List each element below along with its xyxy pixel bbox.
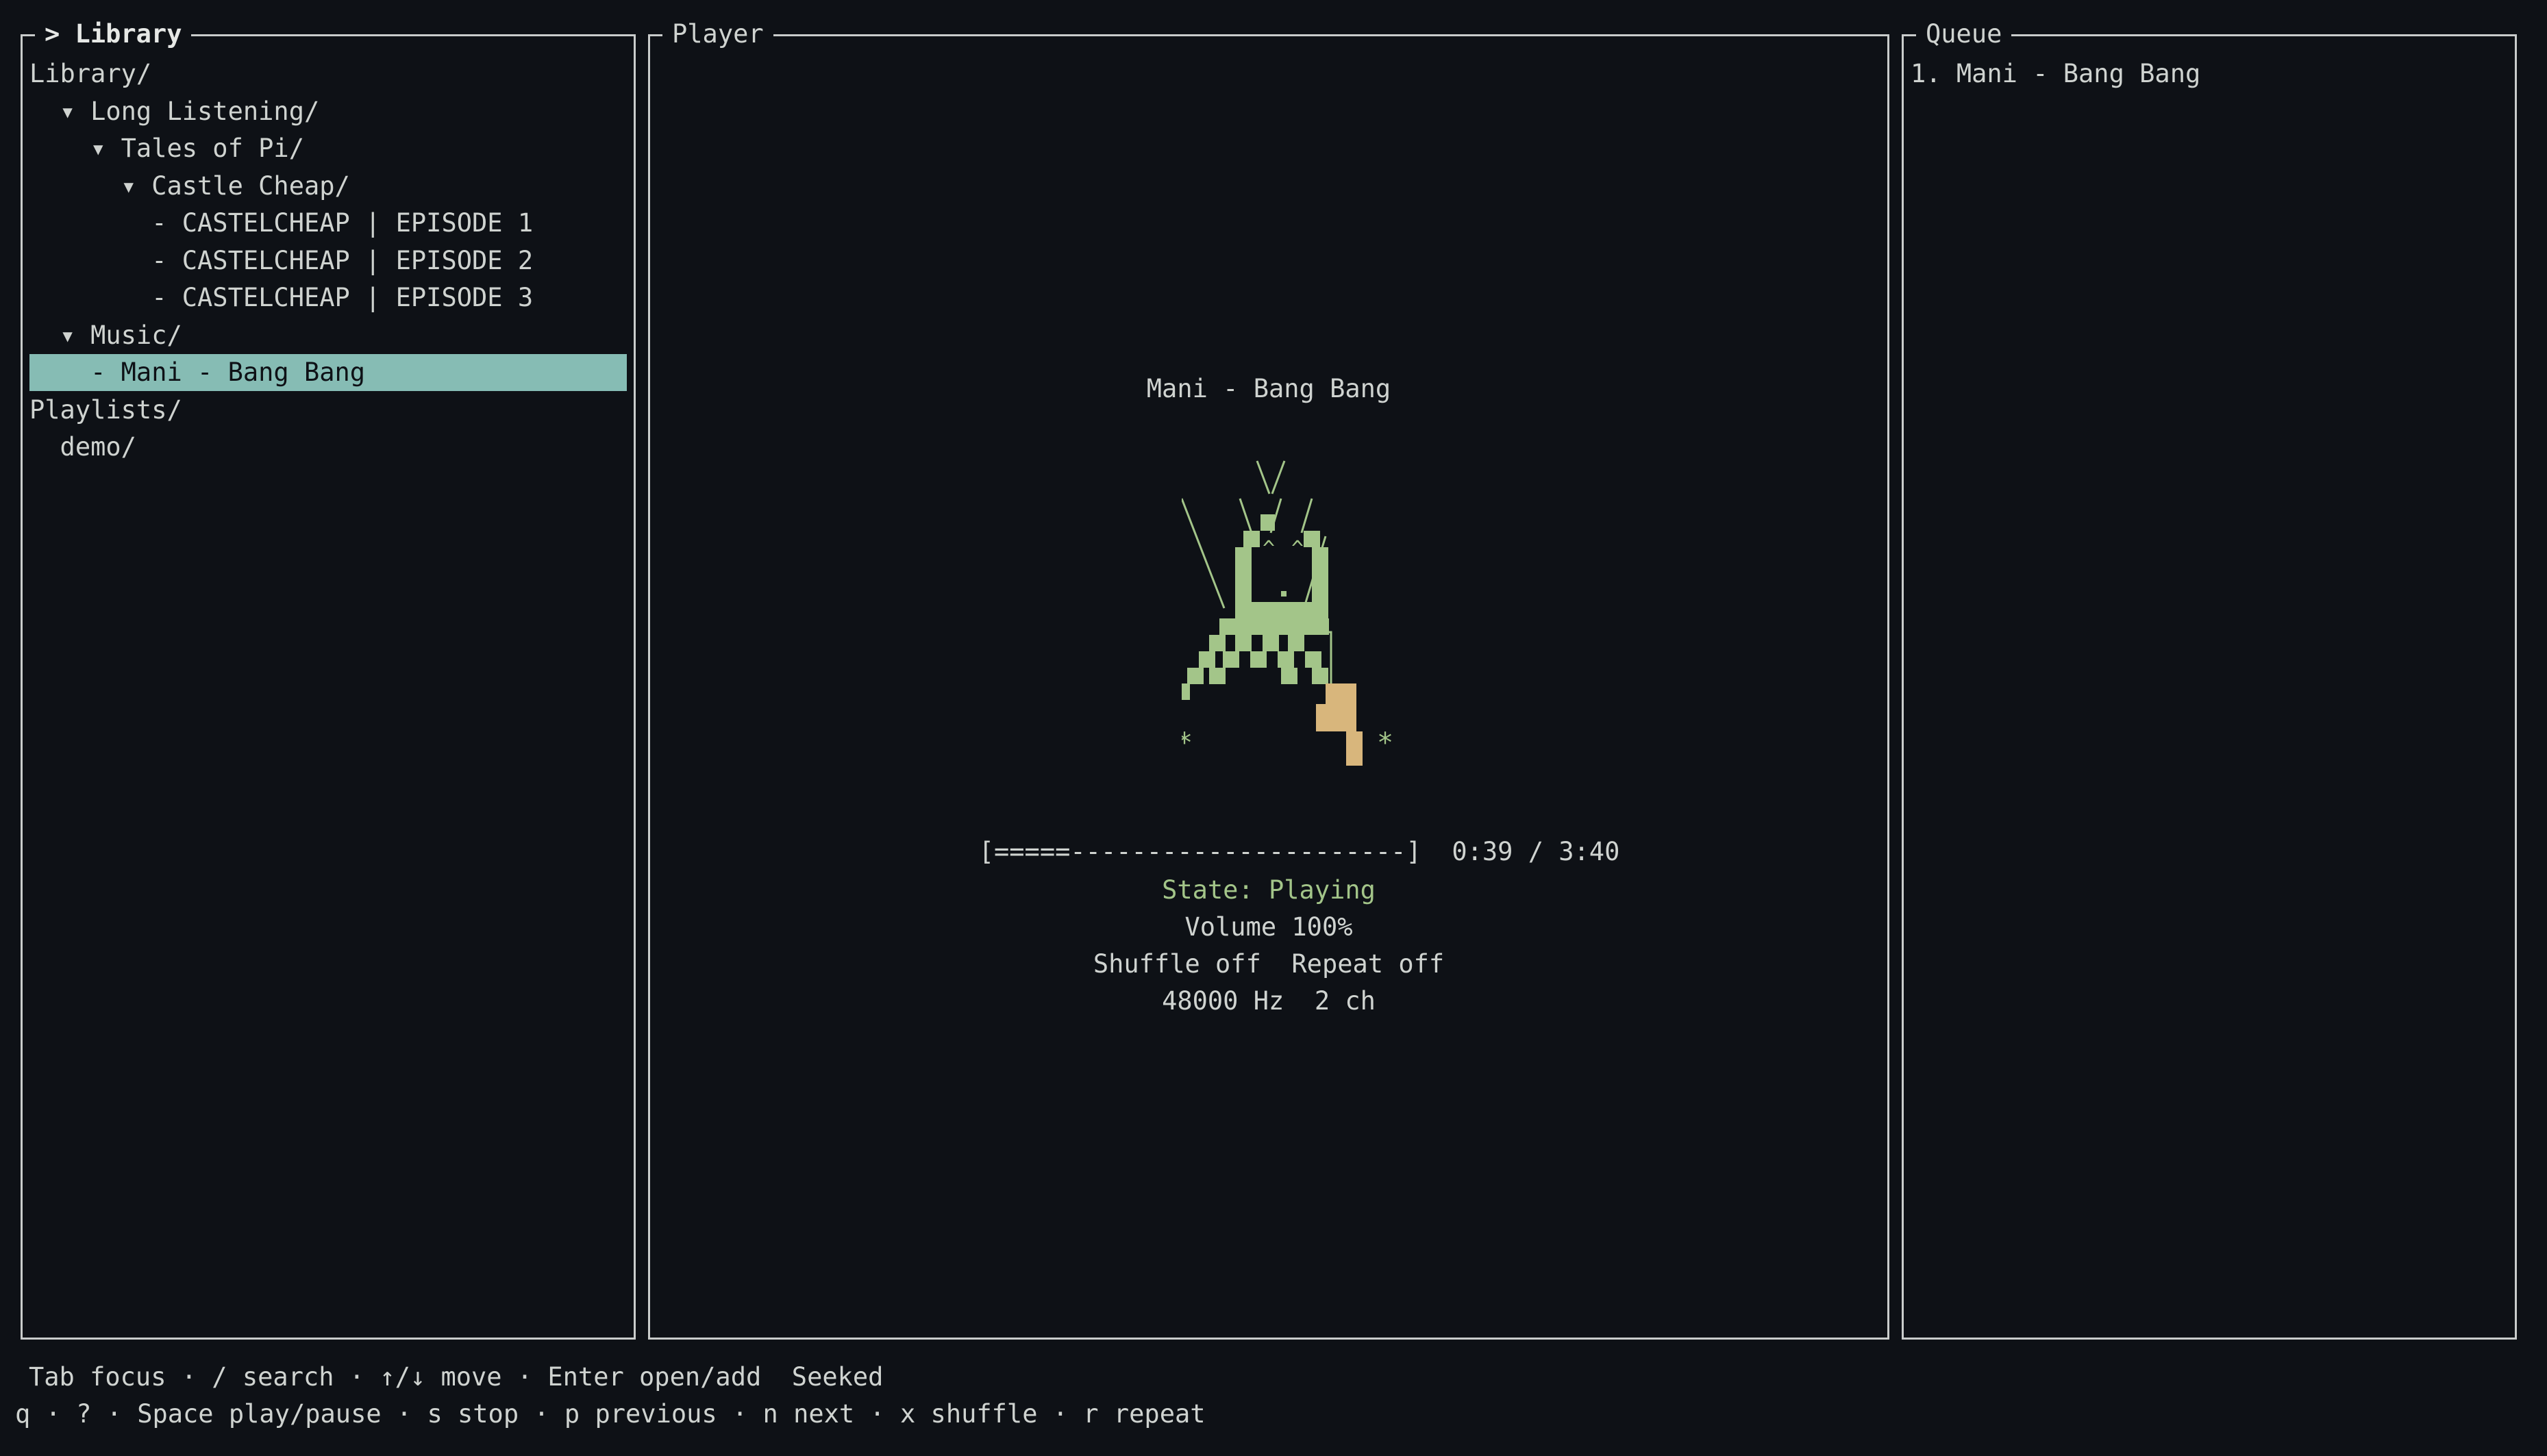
audio-format: 48000 Hz 2 ch [1162, 986, 1376, 1016]
library-item[interactable]: ▾ Long Listening/ [29, 93, 627, 130]
cover-art-image: ^ ^ * * [1182, 460, 1393, 766]
volume-display: Volume 100% [1184, 912, 1353, 942]
svg-text:^: ^ [1291, 537, 1304, 561]
queue-panel[interactable]: Queue 1. Mani - Bang Bang [1902, 17, 2517, 1340]
keybind-hints-line1: Tab focus · / search · ↑/↓ move · Enter … [29, 1362, 884, 1392]
art-left-star: * [1182, 727, 1193, 759]
library-item[interactable]: - Mani - Bang Bang [29, 354, 627, 391]
art-right-star: * [1377, 727, 1393, 759]
art-cat [1182, 514, 1329, 700]
library-item[interactable]: - CASTELCHEAP | EPISODE 1 [29, 205, 627, 242]
time-display: 0:39 / 3:40 [1452, 837, 1620, 866]
library-panel-title: > Library [35, 17, 192, 51]
shuffle-repeat-status: Shuffle off Repeat off [1093, 949, 1445, 979]
library-item[interactable]: ▾ Castle Cheap/ [29, 168, 627, 205]
player-panel: Player Mani - Bang Bang ^ ^ * [=====----… [648, 17, 1889, 1340]
library-item[interactable]: ▾ Music/ [29, 317, 627, 354]
track-title: Mani - Bang Bang [1146, 374, 1391, 403]
library-item[interactable]: demo/ [29, 429, 627, 466]
art-rays [1182, 460, 1332, 683]
library-item[interactable]: ▾ Tales of Pi/ [29, 130, 627, 167]
library-panel[interactable]: > Library Library/ ▾ Long Listening/ ▾ T… [21, 17, 636, 1340]
art-face: ^ ^ [1263, 537, 1304, 597]
queue-panel-title: Queue [1916, 17, 2012, 51]
library-item[interactable]: Library/ [29, 55, 627, 92]
library-item[interactable]: - CASTELCHEAP | EPISODE 2 [29, 242, 627, 279]
keybind-hints-line2: q · ? · Space play/pause · s stop · p pr… [15, 1399, 1206, 1429]
art-guitar [1316, 683, 1363, 766]
queue-item[interactable]: 1. Mani - Bang Bang [1911, 55, 2200, 92]
library-item[interactable]: Playlists/ [29, 392, 627, 429]
library-item[interactable]: - CASTELCHEAP | EPISODE 3 [29, 279, 627, 316]
svg-text:^: ^ [1263, 537, 1275, 561]
player-panel-title: Player [662, 17, 773, 51]
playback-state: State: Playing [1162, 875, 1376, 905]
progress-bar[interactable]: [=====----------------------] [979, 837, 1421, 866]
